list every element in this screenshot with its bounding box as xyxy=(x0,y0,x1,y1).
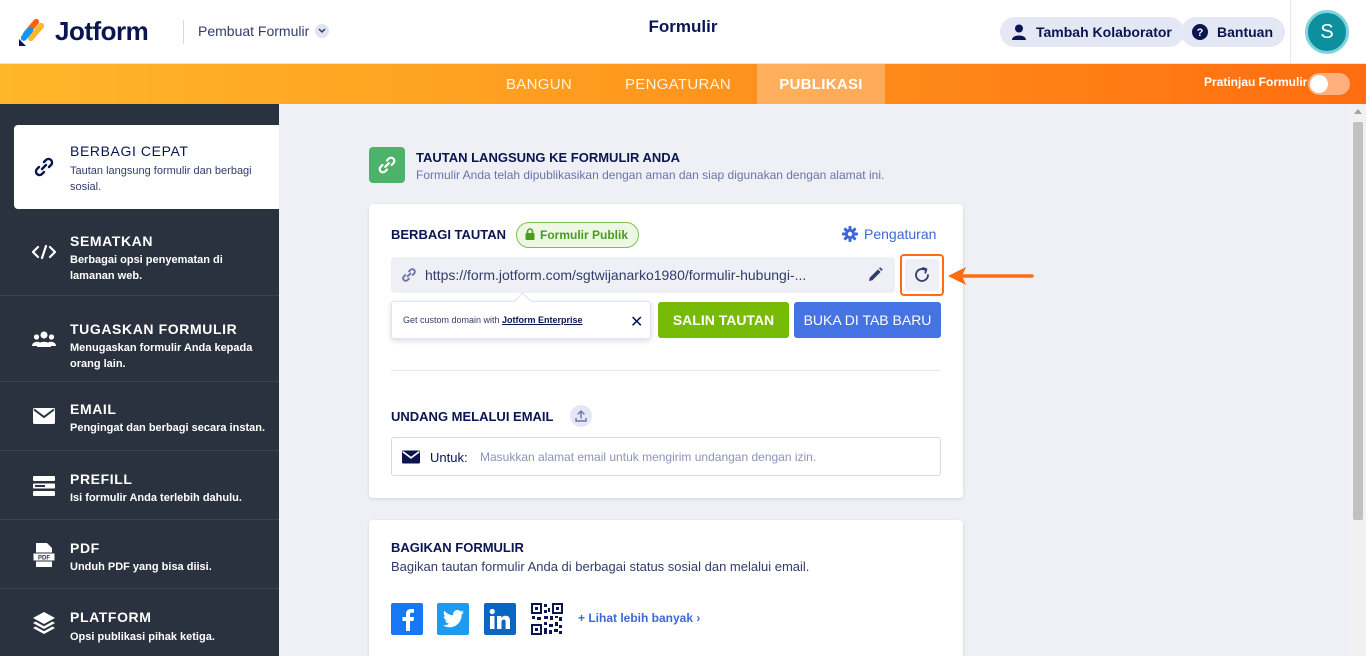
preview-toggle[interactable] xyxy=(1308,73,1350,95)
twitter-icon[interactable] xyxy=(437,603,469,635)
sidebar-item-title: BERBAGI CEPAT xyxy=(70,143,189,159)
enterprise-link[interactable]: Jotform Enterprise xyxy=(502,315,583,325)
lock-icon xyxy=(525,227,535,243)
qr-code-icon[interactable] xyxy=(531,603,563,635)
upload-icon[interactable] xyxy=(570,405,592,427)
email-input[interactable] xyxy=(480,446,920,468)
users-icon xyxy=(30,325,58,353)
sidebar-item-title: PREFILL xyxy=(70,471,133,487)
share-settings-link[interactable]: Pengaturan xyxy=(842,226,936,242)
public-form-badge: Formulir Publik xyxy=(516,222,640,248)
copy-link-button[interactable]: SALIN TAUTAN xyxy=(658,302,789,338)
builder-menu-dropdown[interactable]: Pembuat Formulir xyxy=(198,23,330,39)
section-divider xyxy=(391,370,941,371)
share-settings-label: Pengaturan xyxy=(864,226,937,242)
form-url-text: https://form.jotform.com/sgtwijanarko198… xyxy=(425,267,807,283)
tab-pengaturan[interactable]: PENGATURAN xyxy=(606,64,750,104)
scroll-up-icon[interactable] xyxy=(1354,109,1362,114)
tab-publikasi[interactable]: PUBLIKASI xyxy=(757,64,885,104)
refresh-url-button[interactable] xyxy=(900,254,944,296)
scrollbar-thumb[interactable] xyxy=(1353,122,1363,520)
svg-text:PDF: PDF xyxy=(38,556,50,562)
help-label: Bantuan xyxy=(1217,24,1273,40)
sidebar-item-title: PLATFORM xyxy=(70,609,152,625)
form-nav-bar: BANGUN PENGATURAN PUBLIKASI Pratinjau Fo… xyxy=(0,64,1366,104)
sidebar-item-email[interactable]: EMAIL Pengingat dan berbagi secara insta… xyxy=(0,382,279,451)
refresh-icon xyxy=(905,259,939,291)
header-divider xyxy=(183,20,184,44)
pdf-icon: PDF xyxy=(30,541,58,569)
sidebar-item-desc: Opsi publikasi pihak ketiga. xyxy=(70,631,215,643)
section-heading: TAUTAN LANGSUNG KE FORMULIR ANDA xyxy=(416,150,681,165)
email-invite-label: UNDANG MELALUI EMAIL xyxy=(391,409,554,424)
facebook-icon[interactable] xyxy=(391,603,423,635)
section-subheading: Formulir Anda telah dipublikasikan denga… xyxy=(416,168,885,182)
sidebar-item-desc: Berbagai opsi penyematan di lamanan web. xyxy=(70,254,223,282)
svg-text:?: ? xyxy=(1197,27,1204,39)
sidebar-item-desc: Unduh PDF yang bisa diisi. xyxy=(70,561,212,573)
toggle-knob xyxy=(1310,75,1328,93)
share-link-label: BERBAGI TAUTAN xyxy=(391,227,507,242)
highlight-arrow-icon xyxy=(948,267,1034,285)
sidebar-item-title: EMAIL xyxy=(70,401,117,417)
form-url-field[interactable]: https://form.jotform.com/sgtwijanarko198… xyxy=(391,257,895,293)
mail-icon xyxy=(30,402,58,430)
public-form-badge-label: Formulir Publik xyxy=(540,228,629,242)
sidebar-item-prefill[interactable]: PREFILL Isi formulir Anda terlebih dahul… xyxy=(0,451,279,520)
tab-bangun[interactable]: BANGUN xyxy=(486,64,592,104)
preview-label: Pratinjau Formulir xyxy=(1204,75,1308,89)
link-icon xyxy=(401,267,417,288)
help-button[interactable]: ? Bantuan xyxy=(1181,17,1285,47)
sidebar-item-pdf[interactable]: PDF PDF Unduh PDF yang bisa diisi. xyxy=(0,520,279,589)
share-form-label: BAGIKAN FORMULIR xyxy=(391,540,524,555)
custom-domain-tooltip: Get custom domain with Jotform Enterpris… xyxy=(391,301,651,339)
direct-link-icon xyxy=(369,147,405,183)
avatar[interactable]: S xyxy=(1305,10,1349,54)
jotform-logo-icon xyxy=(19,18,45,46)
logo-text: Jotform xyxy=(55,16,149,46)
publish-sidebar: BERBAGI CEPAT Tautan langsung formulir d… xyxy=(0,104,279,656)
email-to-label: Untuk: xyxy=(430,450,468,465)
sidebar-item-desc: Menugaskan formulir Anda kepada orang la… xyxy=(70,342,253,370)
chevron-down-icon xyxy=(315,24,330,38)
prefill-icon xyxy=(30,472,58,500)
tooltip-text: Get custom domain with Jotform Enterpris… xyxy=(403,315,583,325)
code-icon xyxy=(30,238,58,266)
sidebar-item-tugaskan-formulir[interactable]: TUGASKAN FORMULIR Menugaskan formulir An… xyxy=(0,296,279,382)
jotform-logo[interactable]: Jotform xyxy=(18,16,149,47)
sidebar-item-desc: Tautan langsung formulir dan berbagi sos… xyxy=(70,165,252,193)
share-form-desc: Bagikan tautan formulir Anda di berbagai… xyxy=(391,559,810,574)
sidebar-item-title: TUGASKAN FORMULIR xyxy=(70,321,238,337)
add-collaborator-label: Tambah Kolaborator xyxy=(1036,24,1172,40)
top-header: Jotform Pembuat Formulir Formulir Tambah… xyxy=(0,0,1366,64)
see-more-link[interactable]: + Lihat lebih banyak › xyxy=(578,611,700,625)
sidebar-item-platform[interactable]: PLATFORM Opsi publikasi pihak ketiga. xyxy=(0,589,279,656)
gear-icon xyxy=(842,226,858,242)
page-scrollbar[interactable] xyxy=(1350,104,1366,656)
help-icon: ? xyxy=(1191,23,1209,41)
sidebar-item-sematkan[interactable]: SEMATKAN Berbagai opsi penyematan di lam… xyxy=(0,209,279,296)
sidebar-item-desc: Pengingat dan berbagi secara instan. xyxy=(70,422,265,434)
open-new-tab-button[interactable]: BUKA DI TAB BARU xyxy=(794,302,941,338)
email-invite-field: Untuk: xyxy=(391,437,941,476)
close-icon[interactable]: ✕ xyxy=(630,312,643,332)
sidebar-item-desc: Isi formulir Anda terlebih dahulu. xyxy=(70,492,242,504)
link-icon xyxy=(30,153,58,181)
user-icon xyxy=(1010,23,1028,41)
linkedin-icon[interactable] xyxy=(484,603,516,635)
account-area: S xyxy=(1290,0,1366,64)
builder-menu-label: Pembuat Formulir xyxy=(198,23,310,39)
sidebar-item-title: SEMATKAN xyxy=(70,233,154,249)
sidebar-item-title: PDF xyxy=(70,540,100,556)
sidebar-item-berbagi-cepat[interactable]: BERBAGI CEPAT Tautan langsung formulir d… xyxy=(14,125,279,209)
add-collaborator-button[interactable]: Tambah Kolaborator xyxy=(1000,17,1184,47)
layers-icon xyxy=(30,609,58,637)
edit-url-pencil-icon[interactable] xyxy=(867,267,883,288)
mail-icon xyxy=(402,450,420,469)
